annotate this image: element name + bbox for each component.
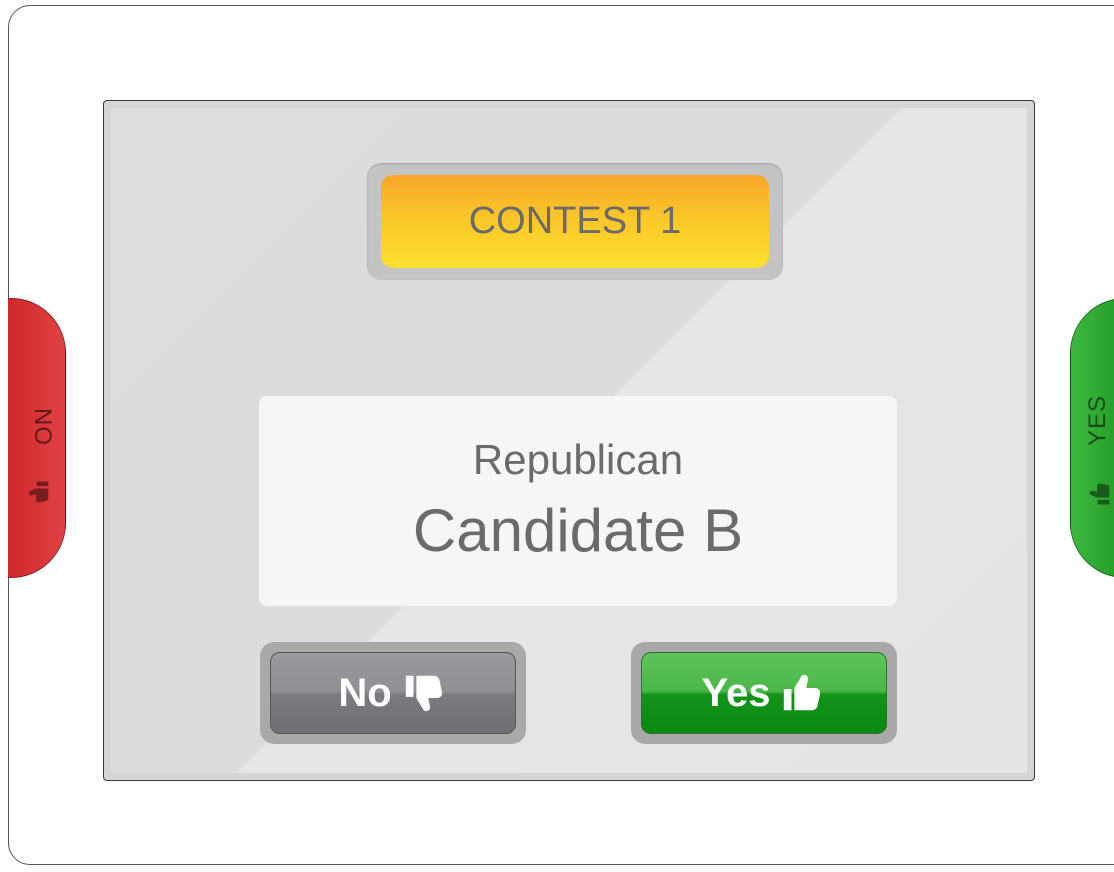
side-yes-label: YES: [1084, 394, 1111, 446]
thumbs-down-icon: [28, 481, 49, 503]
yes-button-frame: Yes: [631, 642, 897, 744]
no-button-frame: No: [260, 642, 526, 744]
thumbs-up-icon: [1089, 483, 1110, 505]
contest-title: CONTEST 1: [381, 175, 769, 268]
candidate-name: Candidate B: [412, 497, 744, 564]
candidate-card: Republican Candidate B: [259, 396, 897, 606]
thumbs-down-icon: [405, 675, 442, 712]
ballot-screen: CONTEST 1 Republican Candidate B No Yes: [103, 100, 1035, 781]
yes-button-label: Yes: [701, 670, 771, 715]
ballot-screen-surface: CONTEST 1 Republican Candidate B No Yes: [111, 108, 1027, 773]
no-button[interactable]: No: [270, 652, 516, 734]
candidate-party: Republican: [472, 436, 684, 483]
contest-header: CONTEST 1: [367, 163, 783, 280]
side-no-button[interactable]: NO: [8, 298, 66, 578]
side-yes-button[interactable]: YES: [1070, 298, 1114, 578]
side-no-label: NO: [29, 408, 56, 446]
thumbs-up-icon: [784, 674, 821, 711]
no-button-label: No: [338, 670, 392, 715]
yes-button[interactable]: Yes: [641, 652, 887, 734]
